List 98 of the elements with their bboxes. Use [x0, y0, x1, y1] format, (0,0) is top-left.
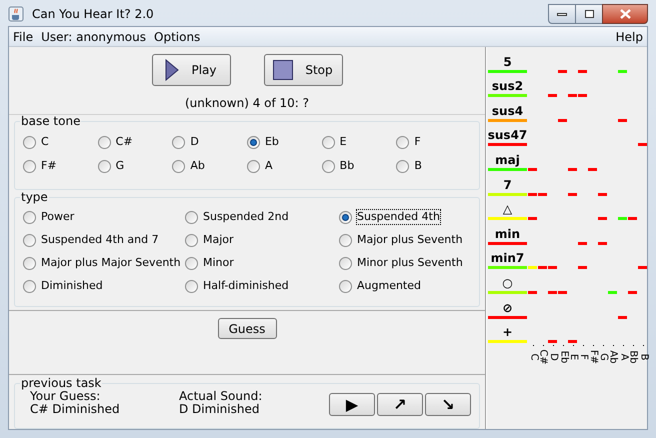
tone-label: Ab [608, 350, 618, 364]
coffee-cup-icon [8, 6, 24, 22]
minimize-button[interactable] [548, 4, 576, 24]
radio-label: A [264, 159, 273, 173]
radio-label: Suspended 4th and 7 [41, 233, 159, 247]
radio-label: B [414, 159, 422, 173]
replay-button[interactable]: ↗ [377, 393, 423, 416]
chord-label: + [502, 325, 513, 340]
actual-sound-label: Actual Sound: [179, 390, 264, 403]
radio-label: D [190, 135, 199, 149]
radio-label: Major plus Seventh [357, 233, 463, 247]
radio-label: F [414, 135, 421, 149]
radio-button[interactable] [246, 160, 260, 172]
radio-button[interactable] [185, 256, 198, 270]
tone-label: Eb [558, 350, 568, 364]
guess-button[interactable]: Guess [218, 318, 276, 339]
window-title: Can You Hear It? 2.0 [32, 6, 154, 23]
replay-button[interactable]: ↘ [425, 393, 471, 416]
menu-item[interactable]: Help [616, 28, 643, 46]
chord-label: sus47 [488, 128, 528, 144]
tone-label: A [618, 354, 628, 361]
chord-label: ○ [502, 276, 513, 291]
radio-button[interactable] [339, 256, 352, 270]
stop-button[interactable]: Stop [264, 54, 342, 86]
radio-label: Major plus Major Seventh [41, 256, 181, 270]
menu-item[interactable]: User: anonymous [41, 28, 146, 46]
radio-label: Augmented [357, 279, 421, 293]
radio-label: Minor [203, 256, 234, 270]
tone-label: G [598, 353, 608, 361]
group-title: type [20, 191, 49, 204]
radio-button[interactable] [185, 210, 198, 224]
chord-label: ⊘ [502, 300, 513, 316]
tone-label: E [568, 354, 578, 360]
radio-button[interactable] [396, 160, 410, 172]
chord-label: sus4 [492, 104, 524, 119]
status-text: (unknown) 4 of 10: ? [184, 96, 310, 110]
radio-button[interactable] [23, 234, 36, 246]
radio-label: Half-diminished [203, 279, 289, 293]
radio-label: E [340, 135, 347, 149]
radio-button[interactable] [185, 280, 198, 292]
radio-button[interactable] [172, 136, 186, 148]
radio-button[interactable] [23, 160, 36, 172]
radio-label: C# [116, 135, 133, 149]
radio-button[interactable] [322, 136, 335, 148]
radio-button[interactable] [98, 136, 111, 148]
menu-item[interactable]: Options [154, 28, 200, 46]
radio-label: C [41, 135, 49, 149]
chord-label: △ [502, 202, 512, 218]
radio-label: Ab [190, 159, 205, 173]
radio-button[interactable] [23, 210, 36, 224]
radio-button[interactable] [172, 160, 186, 172]
tone-label: Bb [628, 350, 638, 364]
group-title: previous task [20, 377, 102, 390]
play-icon [165, 59, 180, 81]
play-button[interactable]: Play [152, 54, 230, 86]
chord-label: maj [495, 152, 520, 168]
actual-sound-value: D Diminished [179, 403, 260, 416]
tone-label: C [528, 354, 538, 361]
radio-button[interactable] [98, 160, 111, 172]
chord-label: 5 [503, 54, 512, 70]
chord-label: 7 [503, 178, 512, 193]
close-button[interactable] [602, 4, 648, 24]
radio-button[interactable] [185, 234, 198, 246]
tone-label: D [548, 353, 558, 361]
group-title: base tone [20, 115, 82, 128]
radio-label: Eb [264, 135, 279, 149]
radio-label: Power [41, 210, 74, 224]
maximize-button[interactable] [576, 4, 602, 24]
chord-label: min [494, 226, 520, 242]
radio-button[interactable] [322, 160, 335, 172]
radio-label: Suspended 2nd [203, 210, 289, 224]
radio-label: Suspended 4th [357, 210, 440, 224]
tone-label: F [578, 354, 588, 360]
radio-button[interactable] [396, 136, 410, 148]
close-icon [620, 9, 630, 19]
your-guess-label: Your Guess: [30, 390, 102, 403]
chord-label: sus2 [492, 79, 524, 94]
radio-button[interactable] [23, 136, 36, 148]
radio-label: G [116, 159, 124, 173]
tone-label: C# [538, 349, 548, 365]
radio-label: Bb [340, 159, 354, 173]
chord-label: min7 [490, 251, 524, 266]
your-guess-value: C# Diminished [30, 403, 121, 416]
tone-label: B [638, 354, 648, 361]
radio-label: Minor plus Seventh [357, 256, 463, 270]
radio-button[interactable] [339, 280, 352, 292]
radio-button[interactable] [246, 136, 260, 148]
menu-item[interactable]: File [13, 28, 34, 46]
replay-button[interactable]: ▶ [329, 393, 375, 416]
radio-label: Major [203, 233, 234, 247]
tone-label: F# [588, 350, 598, 364]
radio-label: Diminished [41, 279, 103, 293]
radio-button[interactable] [339, 210, 352, 224]
radio-label: F# [41, 159, 57, 173]
stop-icon [273, 60, 294, 80]
radio-button[interactable] [23, 280, 36, 292]
radio-button[interactable] [23, 256, 36, 270]
radio-button[interactable] [339, 234, 352, 246]
